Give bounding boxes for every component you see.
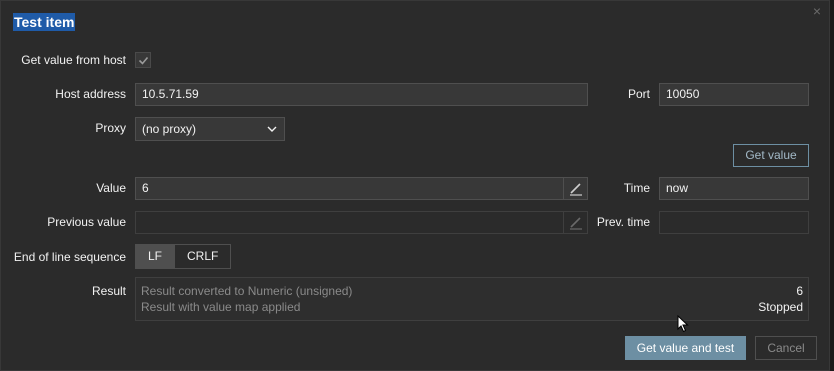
eol-option-lf[interactable]: LF — [135, 244, 176, 269]
proxy-label: Proxy — [95, 121, 126, 135]
value-input[interactable]: 6 — [135, 177, 588, 200]
test-item-dialog: Test item × Get value from host Host add… — [0, 0, 830, 371]
result-row-label: Result converted to Numeric (unsigned) — [141, 284, 353, 298]
window-edge — [830, 0, 834, 371]
get-value-and-test-button[interactable]: Get value and test — [625, 336, 746, 360]
time-input[interactable]: now — [659, 177, 809, 200]
pencil-icon — [570, 183, 582, 196]
result-row-value: Stopped — [758, 300, 803, 314]
eol-option-crlf[interactable]: CRLF — [175, 244, 232, 269]
prev-time-label: Prev. time — [596, 215, 650, 229]
previous-value-edit-button — [563, 211, 587, 234]
get-value-from-host-label: Get value from host — [21, 53, 126, 67]
proxy-select[interactable]: (no proxy) — [135, 117, 285, 141]
proxy-select-value: (no proxy) — [142, 122, 197, 136]
pencil-icon — [570, 217, 582, 230]
time-label: Time — [623, 181, 650, 195]
previous-value-input[interactable] — [135, 211, 588, 234]
result-row-label: Result with value map applied — [141, 300, 301, 314]
checkmark-icon — [138, 56, 149, 65]
close-icon[interactable]: × — [810, 4, 824, 18]
host-address-input[interactable]: 10.5.71.59 — [135, 83, 588, 106]
port-input[interactable]: 10050 — [659, 83, 809, 106]
value-edit-button[interactable] — [563, 177, 587, 200]
value-label: Value — [96, 181, 126, 195]
host-address-label: Host address — [55, 87, 126, 101]
dialog-title: Test item — [13, 13, 76, 31]
eol-segmented-control: LF CRLF — [135, 244, 232, 269]
previous-value-label: Previous value — [47, 215, 126, 229]
get-value-button[interactable]: Get value — [733, 144, 809, 167]
port-label: Port — [627, 87, 650, 101]
eol-label: End of line sequence — [13, 250, 126, 264]
result-label: Result — [91, 284, 126, 298]
mouse-pointer-icon — [677, 315, 689, 333]
result-box: Result converted to Numeric (unsigned) 6… — [135, 277, 809, 321]
get-value-from-host-checkbox[interactable] — [135, 52, 151, 68]
cancel-button[interactable]: Cancel — [755, 336, 817, 360]
chevron-down-icon — [267, 126, 277, 132]
prev-time-input[interactable] — [659, 211, 809, 234]
result-row-value: 6 — [796, 284, 803, 298]
